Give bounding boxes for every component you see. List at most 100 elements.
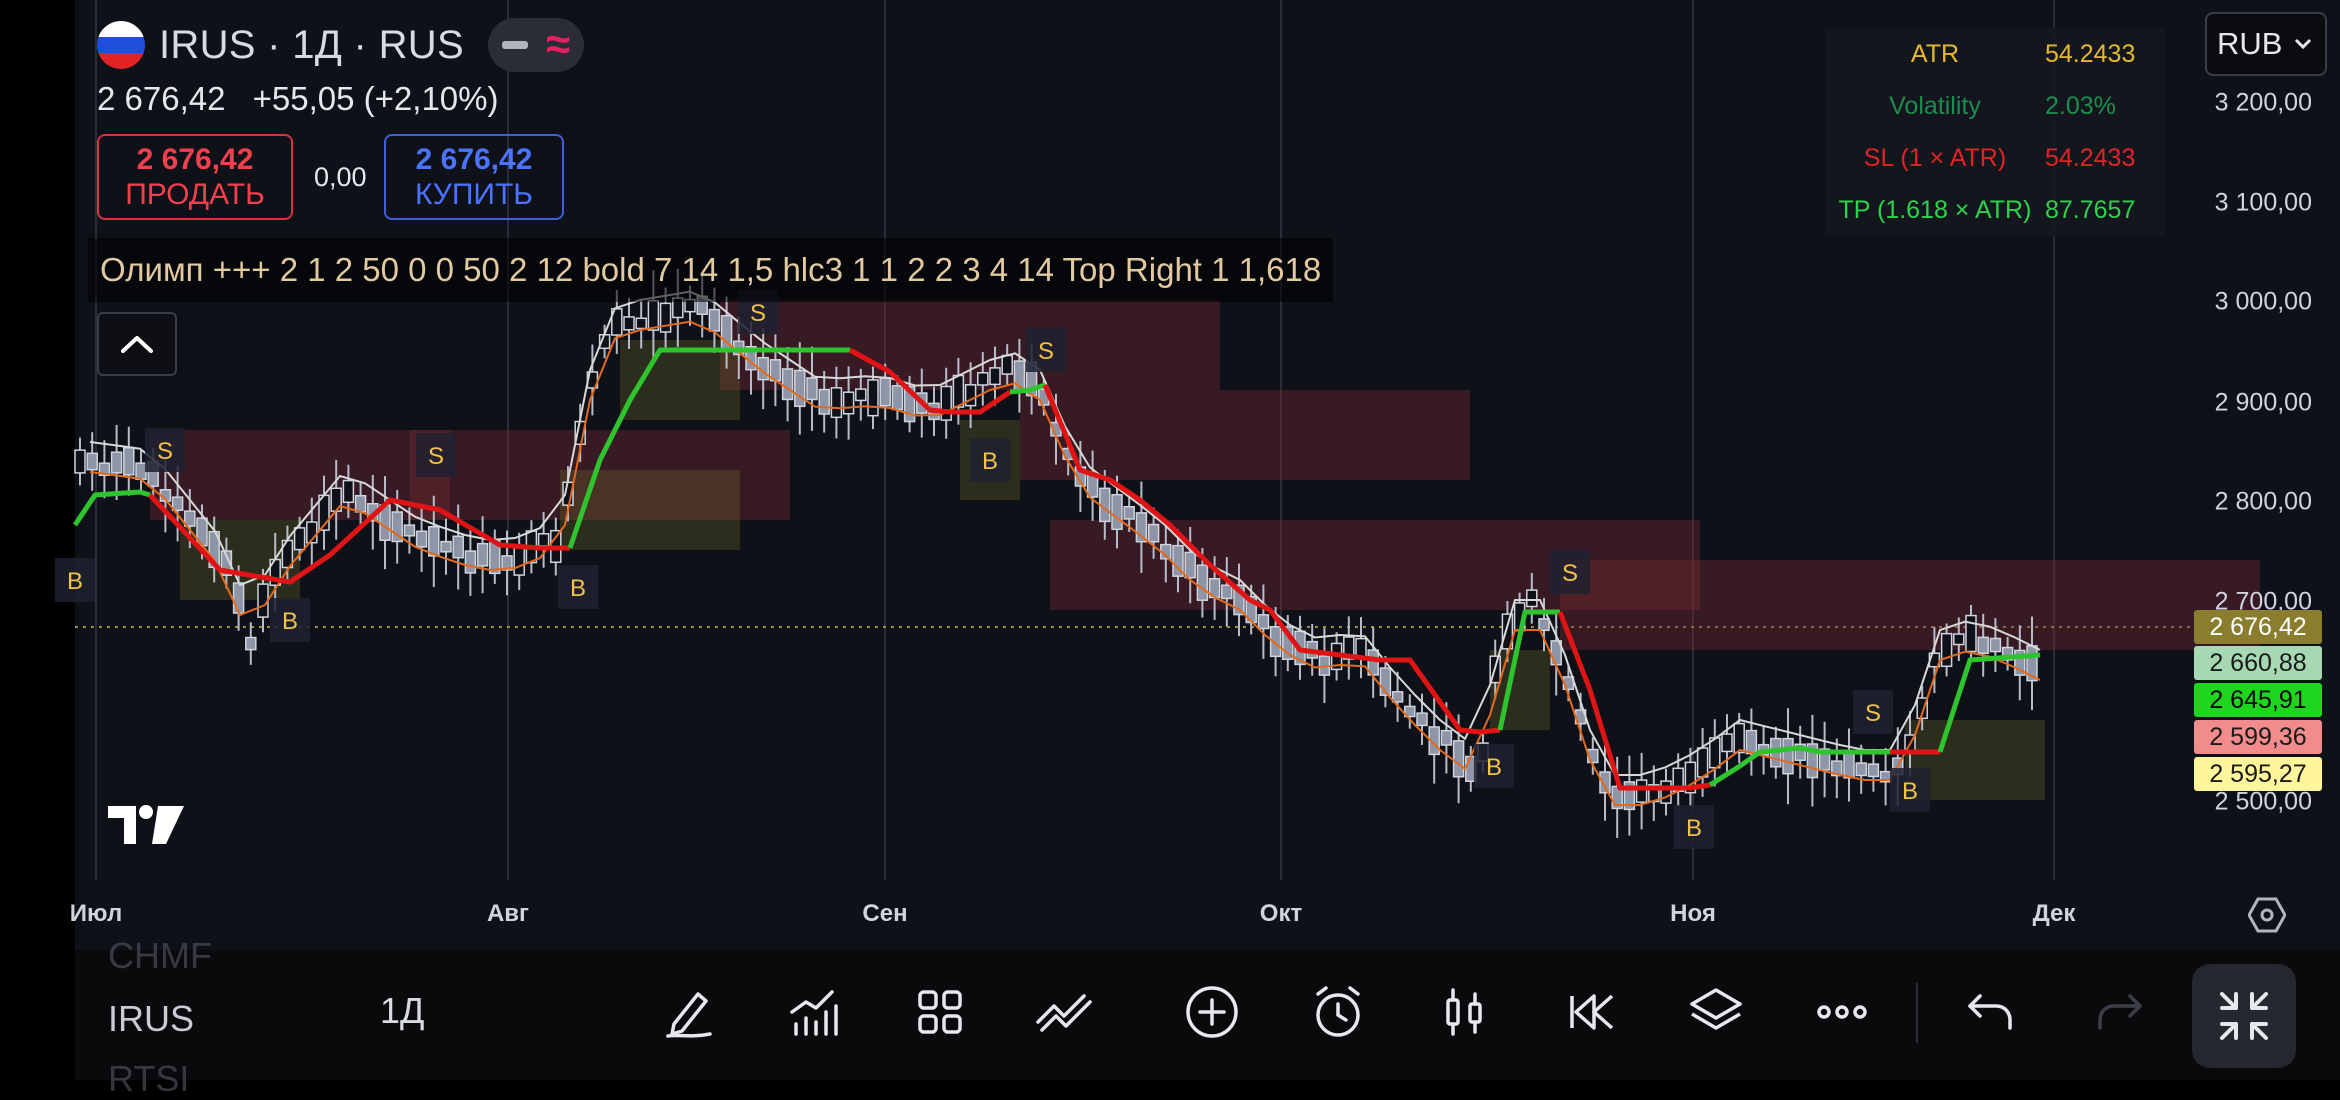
replay-icon[interactable] [1560, 982, 1620, 1042]
candle-body [794, 369, 806, 408]
trendline-icon[interactable] [1034, 982, 1094, 1042]
candle-body [891, 385, 904, 411]
info-row-1: Volatility 2.03% [1825, 80, 2165, 132]
sell-signal-label: S [750, 300, 766, 327]
legend-toggle-pill[interactable]: ≈ [487, 18, 585, 72]
candle-body [1452, 740, 1465, 778]
candle-body [464, 550, 477, 574]
fullscreen-exit-button[interactable] [2192, 964, 2296, 1068]
candle-body [1257, 614, 1270, 630]
candle-body [952, 374, 965, 408]
candle-body [842, 391, 855, 415]
watchlist-current-symbol[interactable]: IRUS [108, 998, 194, 1040]
buy-signal-label: B [982, 448, 998, 475]
candle-body [257, 583, 269, 618]
candle-body [86, 452, 98, 471]
info-value: 54.2433 [2045, 143, 2136, 172]
grid-icon[interactable] [910, 982, 970, 1042]
redo-icon[interactable] [2090, 982, 2150, 1042]
y-axis-label: 3 200,00 [2214, 88, 2312, 117]
candle-body [1635, 779, 1648, 803]
chart-settings-icon[interactable] [2248, 896, 2286, 934]
candle-body [1526, 589, 1538, 608]
y-axis-label: 3 100,00 [2214, 188, 2312, 217]
y-axis-label: 2 500,00 [2214, 787, 2312, 816]
candle-body [1977, 636, 1989, 655]
sell-signal-label: S [1562, 560, 1578, 587]
candle-body [989, 367, 1001, 386]
candle-body [1867, 763, 1880, 778]
candle-body [342, 479, 355, 504]
candle-body [123, 446, 135, 476]
candle-body [1721, 733, 1733, 753]
undo-icon[interactable] [1960, 982, 2020, 1042]
timeframe-button[interactable]: 1Д [380, 990, 424, 1032]
x-axis-label: Сен [862, 900, 908, 927]
candle-body [1147, 523, 1160, 543]
candle-body [1221, 584, 1233, 600]
candle-body [1940, 632, 1953, 668]
candle-body [806, 377, 818, 401]
candle-body [1123, 505, 1135, 520]
pencil-icon[interactable] [660, 982, 720, 1042]
candle-body [940, 385, 952, 421]
sell-band-rect [1560, 560, 2260, 650]
symbol-header[interactable]: IRUS · 1Д · RUS ≈ [97, 18, 585, 72]
candle-body [830, 387, 843, 419]
candle-body [1733, 722, 1745, 754]
candle-body [855, 388, 867, 402]
buy-button[interactable]: 2 676,42 КУПИТЬ [384, 134, 564, 220]
symbol-title[interactable]: IRUS · 1Д · RUS [159, 23, 464, 68]
candle-body [1196, 564, 1209, 601]
candle-body [452, 535, 464, 559]
candle-body [659, 302, 672, 333]
candle-body [415, 530, 428, 548]
candle-body [1001, 354, 1013, 375]
tradingview-logo-icon [108, 805, 184, 844]
indicator-params: Олимп +++ 2 1 2 50 0 0 50 2 12 bold 7 14… [100, 251, 1322, 288]
sell-signal-label: S [1038, 338, 1054, 365]
candle-body [1953, 633, 1965, 646]
candle-body [1965, 614, 1977, 653]
info-row-3: TP (1.618 × ATR) 87.7657 [1825, 184, 2165, 236]
plus-circle-icon[interactable] [1182, 982, 1242, 1042]
price-tag: 2 645,91 [2194, 683, 2322, 717]
fullscreen-exit-icon [2220, 992, 2268, 1040]
indicator-legend[interactable]: Олимп +++ 2 1 2 50 0 0 50 2 12 bold 7 14… [88, 238, 1334, 302]
watchlist-next-symbol[interactable]: RTSI [108, 1058, 189, 1100]
atr-info-table: ATR 54.2433 Volatility 2.03% SL (1 × ATR) 54.… [1825, 28, 2165, 236]
candle-body [110, 451, 123, 474]
y-axis-label: 3 000,00 [2214, 287, 2312, 316]
currency-select[interactable]: RUB [2205, 12, 2327, 76]
candle-body [867, 379, 879, 417]
more-icon[interactable] [1812, 982, 1872, 1042]
x-axis-label: Ноя [1670, 900, 1716, 927]
layers-icon[interactable] [1686, 982, 1746, 1042]
wave-icon[interactable]: ≈ [546, 23, 570, 67]
candle-body [1855, 762, 1867, 777]
watchlist-prev-symbol[interactable]: CHMF [108, 935, 212, 977]
info-label: TP (1.618 × ATR) [1838, 195, 2032, 224]
candle-body [476, 542, 489, 567]
sell-button[interactable]: 2 676,42 ПРОДАТЬ [97, 134, 293, 220]
candle-body [1989, 637, 2002, 653]
candles-icon[interactable] [1434, 982, 1494, 1042]
price-summary: 2 676,42 +55,05 (+2,10%) [97, 80, 498, 118]
candle-body [354, 494, 367, 513]
candle-body [647, 300, 660, 331]
indicators-icon[interactable] [784, 982, 844, 1042]
candle-body [513, 547, 525, 576]
buy-signal-label: B [1902, 778, 1918, 805]
candle-body [537, 533, 550, 547]
toolbar-divider [1916, 983, 1918, 1043]
buy-signal-label: B [1686, 815, 1702, 842]
candle-body [977, 372, 989, 386]
sell-price: 2 676,42 [136, 143, 254, 176]
spread-value: 0,00 [314, 162, 367, 192]
buy-signal-label: B [67, 568, 83, 595]
candle-body [1843, 751, 1855, 779]
minus-icon[interactable] [501, 41, 528, 49]
alarm-icon[interactable] [1308, 982, 1368, 1042]
collapse-legend-button[interactable] [97, 312, 177, 376]
x-axis-label: Окт [1259, 900, 1303, 927]
